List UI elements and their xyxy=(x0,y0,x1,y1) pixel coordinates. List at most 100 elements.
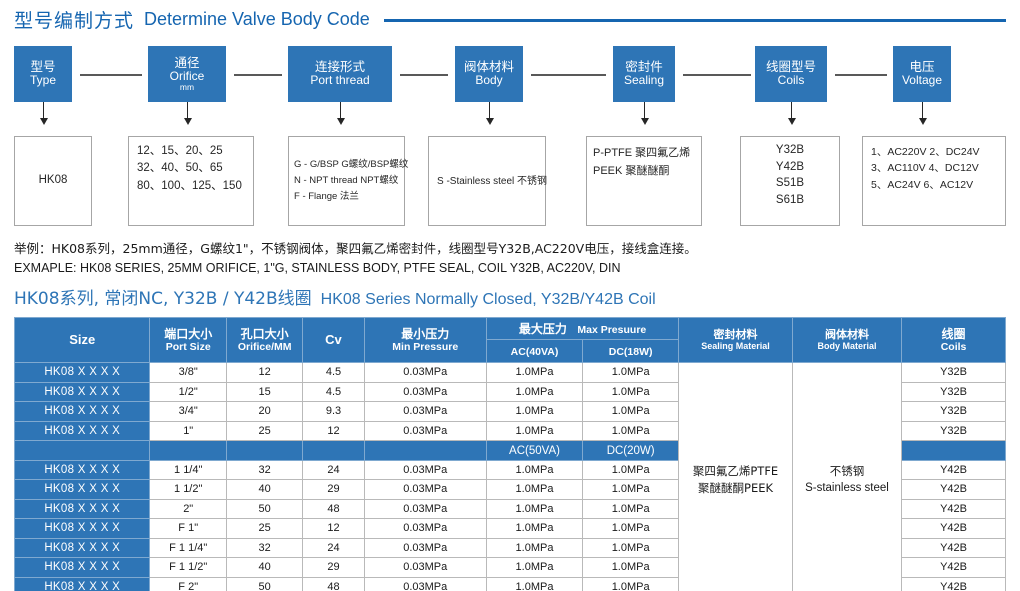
option-sealing-0: P-PTFE 聚四氟乙烯 xyxy=(593,147,691,159)
arrow-head-type xyxy=(39,118,48,125)
option-box-orifice: 12、15、20、25 32、40、50、65 80、100、125、150 xyxy=(128,136,254,226)
col-header-max-pressure-cn: 最大压力 xyxy=(518,321,567,336)
cell-orifice: 32 xyxy=(225,537,304,558)
flow-box-orifice-cn: 通径 xyxy=(174,54,200,70)
cell-cv: 24 xyxy=(302,537,365,558)
cell-orifice: 25 xyxy=(225,518,304,539)
flow-box-sealing-en: Sealing xyxy=(623,73,665,88)
flow-box-port-thread-en: Port thread xyxy=(310,73,370,88)
cell-cv: 9.3 xyxy=(302,401,365,422)
col-header-sealing-material-en: Sealing Material xyxy=(701,341,770,352)
cell-cv: 29 xyxy=(302,557,365,578)
cell-min-pressure: 0.03MPa xyxy=(363,459,487,480)
option-coils-1: Y42B xyxy=(775,160,805,173)
cell-port-size: F 1 1/2" xyxy=(149,557,227,578)
col-header-coils: 线圈 Coils xyxy=(901,317,1006,363)
option-coils-0: Y32B xyxy=(775,144,805,156)
cell-size: HK08 X X X X xyxy=(13,479,151,500)
cell-coil: Y32B xyxy=(901,381,1006,402)
page-title-en: Determine Valve Body Code xyxy=(144,8,370,29)
arrow-head-sealing xyxy=(640,118,649,125)
cell-port-size: F 1 1/4" xyxy=(149,537,227,558)
page-title-cn: 型号编制方式 xyxy=(14,9,135,32)
cell-orifice: 40 xyxy=(225,557,304,578)
option-box-type: HK08 xyxy=(14,136,92,226)
cell-max-dc: 1.0MPa xyxy=(582,498,680,519)
cell-size: HK08 X X X X xyxy=(13,498,151,519)
cell-cv: 4.5 xyxy=(302,362,365,383)
cell-cv: 12 xyxy=(302,420,365,441)
cell-port-size: 1/2" xyxy=(149,381,227,402)
col-header-max-pressure-en: Max Presuure xyxy=(577,323,647,336)
col-header-port-size: 端口大小 Port Size xyxy=(149,317,227,363)
col-header-max-dc: DC(18W) xyxy=(582,339,680,363)
cell-size: HK08 X X X X xyxy=(13,537,151,558)
cell-min-pressure: 0.03MPa xyxy=(363,381,487,402)
spec-table: Size 端口大小 Port Size 孔口大小 Orifice/MM Cv 最… xyxy=(13,317,1006,591)
flow-box-type-en: Type xyxy=(29,73,56,88)
connector-3 xyxy=(400,74,448,76)
col-header-body-material-en: Body Material xyxy=(817,341,877,352)
col-header-orifice-en: Orifice/MM xyxy=(237,340,292,353)
cell-coil: Y42B xyxy=(901,498,1006,519)
cell-orifice: 40 xyxy=(225,479,304,500)
cell-min-pressure: 0.03MPa xyxy=(363,420,487,441)
option-box-sealing: P-PTFE 聚四氟乙烯 PEEK 聚醚醚酮 xyxy=(586,136,702,226)
cell-orifice: 12 xyxy=(225,362,304,383)
arrow-head-coils xyxy=(787,118,796,125)
arrow-head-port-thread xyxy=(336,118,345,125)
cell-coil: Y42B xyxy=(901,479,1006,500)
cell-coil: Y32B xyxy=(901,401,1006,422)
col-header-port-size-cn: 端口大小 xyxy=(164,326,213,341)
cell-max-ac: 1.0MPa xyxy=(485,576,584,591)
divider-coil-spacer xyxy=(901,440,1006,461)
cell-max-ac: 1.0MPa xyxy=(485,459,584,480)
cell-max-dc: 1.0MPa xyxy=(582,518,680,539)
cell-max-dc: 1.0MPa xyxy=(582,401,680,422)
cell-size: HK08 X X X X xyxy=(13,362,151,383)
divider-max-ac-label: AC(50VA) xyxy=(509,445,560,458)
cell-size: HK08 X X X X xyxy=(13,557,151,578)
cell-port-size: 3/4" xyxy=(149,401,227,422)
cell-port-size: 1" xyxy=(149,420,227,441)
col-header-body-material-cn: 阀体材料 xyxy=(824,328,869,341)
flow-box-type-cn: 型号 xyxy=(30,58,56,74)
flow-box-voltage-cn: 电压 xyxy=(909,58,935,74)
cell-max-ac: 1.0MPa xyxy=(485,518,584,539)
col-header-min-pressure-cn: 最小压力 xyxy=(401,326,450,341)
code-flow-diagram: 型号 Type 通径 Orifice mm 连接形式 Port thread 阀… xyxy=(0,46,1020,136)
option-coils-3: S61B xyxy=(775,194,805,207)
cell-cv: 29 xyxy=(302,479,365,500)
cell-port-size: 1 1/4" xyxy=(149,459,227,480)
arrow-head-body xyxy=(485,118,494,125)
col-header-cv: Cv xyxy=(302,317,365,363)
cell-sealing-material: 聚四氟乙烯PTFE 聚醚醚酮PEEK xyxy=(678,362,793,591)
valve-code-datasheet: 型号编制方式 Determine Valve Body Code 型号 Type… xyxy=(0,0,1020,591)
cell-max-dc: 1.0MPa xyxy=(582,362,680,383)
flow-box-voltage-en: Voltage xyxy=(901,73,943,88)
col-header-body-material: 阀体材料 Body Material xyxy=(791,317,903,363)
cell-max-dc: 1.0MPa xyxy=(582,557,680,578)
cell-max-ac: 1.0MPa xyxy=(485,537,584,558)
title-rule xyxy=(383,18,1006,22)
flow-box-coils-cn: 线圈型号 xyxy=(765,58,816,74)
cell-coil: Y42B xyxy=(901,576,1006,591)
option-box-voltage: 1、AC220V 2、DC24V 3、AC110V 4、DC12V 5、AC24… xyxy=(862,136,1006,226)
example-en: EXMAPLE: HK08 SERIES, 25MM ORIFICE, 1"G,… xyxy=(14,260,621,275)
cell-sealing-material-line2: 聚醚醚酮PEEK xyxy=(698,480,774,495)
option-coils-2: S51B xyxy=(775,177,805,190)
cell-orifice: 20 xyxy=(225,401,304,422)
option-voltage-0: 1、AC220V 2、DC24V xyxy=(871,146,980,158)
option-orifice-0: 12、15、20、25 xyxy=(137,145,223,157)
cell-cv: 4.5 xyxy=(302,381,365,402)
cell-coil: Y32B xyxy=(901,420,1006,441)
col-header-min-pressure: 最小压力 Min Pressure xyxy=(363,317,487,363)
option-voltage-1: 3、AC110V 4、DC12V xyxy=(871,162,979,175)
cell-port-size: F 1" xyxy=(149,518,227,539)
cell-coil: Y42B xyxy=(901,518,1006,539)
flow-box-sealing: 密封件 Sealing xyxy=(613,46,675,102)
col-header-max-ac-label: AC(40VA) xyxy=(510,346,559,358)
option-sealing-1: PEEK 聚醚醚酮 xyxy=(593,164,670,177)
cell-orifice: 32 xyxy=(225,459,304,480)
connector-4 xyxy=(531,74,606,76)
